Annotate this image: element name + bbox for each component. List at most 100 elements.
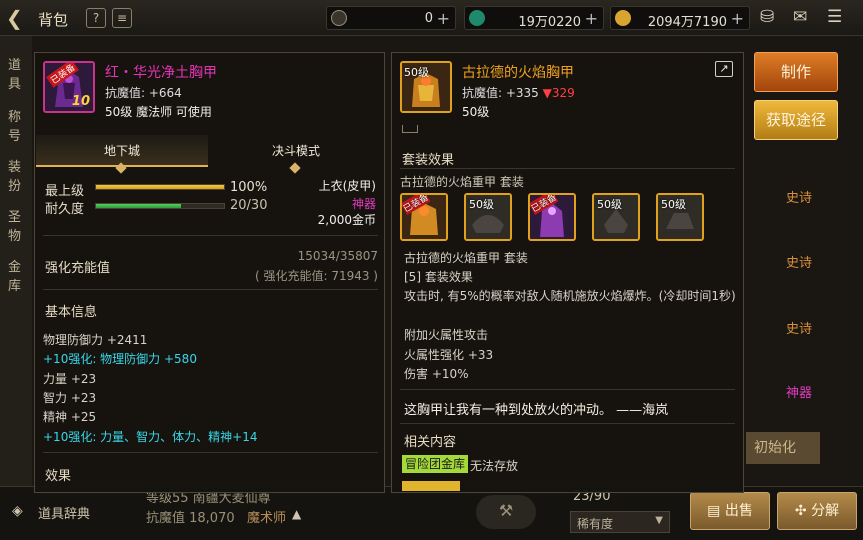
nav-item-relics[interactable]: 圣物 (8, 206, 32, 244)
set-effect-title: 套装效果 (402, 153, 455, 168)
set-desc-line: 古拉德的火焰重甲 套装 (404, 251, 528, 265)
set-piece-slot[interactable]: 50级 (656, 193, 704, 241)
next-tag-partial (402, 481, 460, 491)
cerulean-value: 19万0220 (518, 15, 581, 30)
nav-item-titles[interactable]: 称号 (8, 106, 32, 144)
nav-item-avatar[interactable]: 装扮 (8, 156, 32, 194)
adventure-vault-tag: 冒险团金库 (402, 455, 469, 473)
expand-up-icon[interactable]: ▲ (292, 507, 301, 521)
top-level-percent: 100% (230, 180, 268, 195)
coin-currency: 2094万7190 + (610, 6, 750, 30)
coin-icon (615, 10, 631, 26)
gold-currency: 0 + (326, 6, 456, 30)
divider (43, 235, 378, 236)
sell-button[interactable]: ▤ 出售 (690, 492, 770, 530)
set-piece-slot[interactable]: 已装备 (528, 193, 576, 241)
hover-class: 魔术师 (247, 511, 287, 526)
compare-item-resist: 抗魔值: +335 ▼329 (462, 84, 575, 101)
dismantle-label: 分解 (811, 503, 840, 519)
set-piece-slot[interactable]: 50级 (592, 193, 640, 241)
add-coin-button[interactable]: + (731, 9, 744, 28)
effect-title: 效果 (45, 469, 72, 484)
rarity-label: 神器 (786, 386, 813, 401)
add-gold-button[interactable]: + (437, 9, 450, 28)
gold-value: 0 (424, 11, 433, 26)
reset-button[interactable]: 初始化 (746, 432, 820, 464)
chevron-down-icon: ▼ (655, 515, 663, 526)
tab-dungeon[interactable]: 地下城 (36, 135, 208, 167)
set-piece-level: 50级 (661, 198, 686, 211)
item-dictionary-link[interactable]: 道具辞典 (38, 503, 90, 522)
chat-icon[interactable]: ☰ (827, 7, 842, 27)
sell-label: 出售 (724, 503, 753, 519)
set-desc-line: 附加火属性攻击 (404, 328, 489, 342)
rarity-select[interactable]: 稀有度 ▼ (570, 511, 670, 533)
durability-bar (95, 203, 225, 209)
set-piece-level: 50级 (469, 198, 494, 211)
add-cerulean-button[interactable]: + (585, 9, 598, 28)
set-piece-slot[interactable]: 已装备 (400, 193, 448, 241)
nav-item-items[interactable]: 道具 (8, 54, 32, 92)
equipped-item-icon: 已装备 10 (43, 61, 95, 113)
cerulean-gem-icon (469, 10, 485, 26)
equipped-item-resist: 抗魔值: +664 (105, 86, 182, 100)
scroll-marker (402, 125, 418, 133)
nav-item-vault[interactable]: 金库 (8, 256, 32, 294)
top-level-bar (95, 184, 225, 190)
stat-line: 物理防御力 +2411 (43, 333, 148, 347)
coin-value: 2094万7190 (647, 15, 727, 30)
info-icon[interactable]: ≡ (112, 8, 132, 28)
enhance-level-badge: 10 (71, 94, 90, 109)
share-icon[interactable]: ↗ (715, 61, 733, 77)
equipped-item-tooltip: 已装备 10 红・华光净土胸甲 抗魔值: +664 50级 魔法师 可使用 地下… (34, 52, 385, 493)
gold-coin-icon (331, 10, 347, 26)
back-arrow-icon[interactable]: ❮ (6, 7, 28, 29)
page-title: 背包 (38, 11, 69, 29)
shop-icon[interactable]: ⛁ (760, 7, 774, 27)
divider (400, 389, 735, 390)
top-bar: ❮ 背包 ? ≡ 0 + 19万0220 + 2094万7190 + ⛁ ✉ ☰ (0, 0, 863, 36)
resist-value: 抗魔值: +335 (462, 86, 539, 100)
left-nav: 道具 称号 装扮 圣物 金库 (0, 36, 32, 496)
flavor-quote: 这胸甲让我有一种到处放火的冲动。 ——海岚 (404, 403, 669, 418)
tab-duel-mode[interactable]: 决斗模式 (210, 135, 382, 167)
compare-item-level: 50级 (462, 105, 490, 119)
set-desc-line: 伤害 +10% (404, 367, 469, 381)
divider (43, 289, 378, 290)
rarity-label: 史诗 (786, 322, 813, 337)
stat-line: 智力 +23 (43, 391, 97, 405)
equipped-item-level: 50级 魔法师 可使用 (105, 105, 212, 119)
rarity-select-value: 稀有度 (577, 517, 614, 531)
enhance-charge-sub: ( 强化充能值: 71943 ) (254, 269, 378, 283)
divider (400, 168, 735, 169)
mode-tabs: 地下城 决斗模式 (36, 135, 383, 167)
anvil-icon[interactable]: ⚒ (476, 495, 536, 529)
craft-button[interactable]: 制作 (754, 52, 838, 92)
help-icon[interactable]: ? (86, 8, 106, 28)
compare-item-name: 古拉德的火焰胸甲 (462, 65, 574, 81)
durability-value: 20/30 (230, 198, 268, 213)
rarity-label: 史诗 (786, 256, 813, 271)
durability-label: 耐久度 (45, 202, 85, 217)
divider (43, 452, 378, 453)
top-level-label: 最上级 (45, 184, 85, 199)
mail-icon[interactable]: ✉ (793, 7, 807, 27)
set-name: 古拉德的火焰重甲 套装 (400, 175, 524, 189)
rarity-label: 史诗 (786, 191, 813, 206)
sell-icon: ▤ (707, 503, 725, 519)
enhance-charge-value: 15034/35807 (297, 249, 378, 263)
stat-line: 精神 +25 (43, 410, 97, 424)
dismantle-icon: ✣ (794, 503, 812, 519)
stat-line: +10强化: 力量、智力、体力、精神+14 (43, 430, 258, 444)
related-text: 无法存放 (470, 459, 519, 473)
acquire-route-button[interactable]: 获取途径 (754, 100, 838, 140)
hover-resist-line: 抗魔值 18,070 (146, 511, 235, 526)
set-piece-level: 50级 (597, 198, 622, 211)
dismantle-button[interactable]: ✣ 分解 (777, 492, 857, 530)
set-desc-line: 攻击时, 有5%的概率对敌人随机施放火焰爆炸。(冷却时间1秒) (404, 289, 736, 303)
set-piece-slot[interactable]: 50级 (464, 193, 512, 241)
compare-item-icon: 50级 (400, 61, 452, 113)
stat-line: +10强化: 物理防御力 +580 (43, 352, 197, 366)
durability-fill (96, 204, 182, 208)
basic-info-title: 基本信息 (45, 305, 98, 320)
